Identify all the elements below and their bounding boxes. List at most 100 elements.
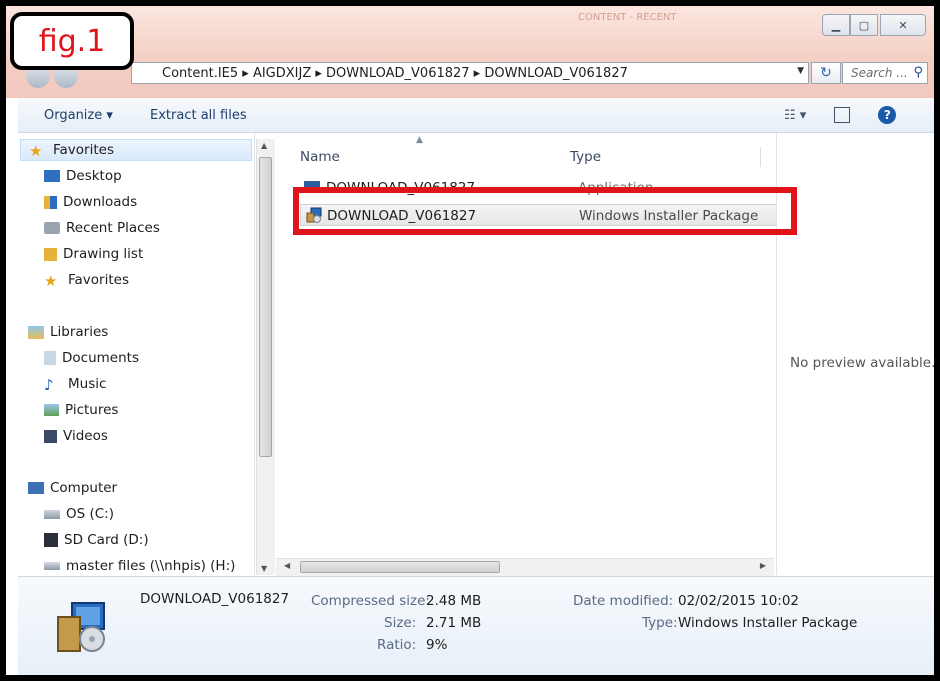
sidebar-item-computer[interactable]: Computer xyxy=(28,477,117,499)
details-pane: DOWNLOAD_V061827 Compressed size: 2.48 M… xyxy=(18,576,934,675)
sidebar-item-drawing-list[interactable]: Drawing list xyxy=(44,243,143,265)
maximize-icon: ▢ xyxy=(858,18,870,32)
sidebar-label: Drawing list xyxy=(63,246,144,262)
preview-pane: No preview available. xyxy=(776,133,934,575)
close-button[interactable]: ✕ xyxy=(880,14,926,36)
refresh-button[interactable]: ↻ xyxy=(811,62,841,84)
size-label: Size: xyxy=(384,615,417,631)
network-drive-icon xyxy=(44,562,60,570)
column-header-type[interactable]: Type xyxy=(570,149,601,165)
preview-message: No preview available. xyxy=(790,355,934,371)
computer-icon xyxy=(28,482,44,494)
navigation-pane: ★ Favorites Desktop Downloads Recent Plac… xyxy=(18,133,255,575)
scroll-down-icon[interactable]: ▼ xyxy=(261,564,267,573)
size-value: 2.71 MB xyxy=(426,615,482,631)
sidebar-label: Desktop xyxy=(66,168,122,184)
documents-icon xyxy=(44,351,56,365)
videos-icon xyxy=(44,429,57,443)
sidebar-label: Computer xyxy=(50,480,118,496)
extract-all-button[interactable]: Extract all files xyxy=(150,108,247,123)
recent-places-icon xyxy=(44,222,60,234)
sidebar-scrollbar[interactable]: ▲ ▼ xyxy=(256,139,275,575)
sidebar-label: Favorites xyxy=(53,142,114,158)
sidebar-item-favorites[interactable]: ★ Favorites xyxy=(20,139,252,161)
address-bar[interactable]: Content.IE5 ▸ AIGDXIJZ ▸ DOWNLOAD_V06182… xyxy=(131,62,809,84)
type-label: Type: xyxy=(642,615,678,631)
date-modified-value: 02/02/2015 10:02 xyxy=(678,593,800,609)
scrollbar-thumb[interactable] xyxy=(259,157,272,457)
sidebar-item-sd-card[interactable]: SD Card (D:) xyxy=(44,529,149,551)
preview-pane-icon[interactable] xyxy=(834,107,851,123)
scrollbar-thumb[interactable] xyxy=(300,561,500,573)
sidebar-item-music[interactable]: ♪ Music xyxy=(44,373,106,395)
sidebar-item-os-drive[interactable]: OS (C:) xyxy=(44,503,114,525)
background-text: CONTENT - RECENT xyxy=(578,12,677,23)
sidebar-label: Recent Places xyxy=(66,220,160,236)
sidebar-item-videos[interactable]: Videos xyxy=(44,425,108,447)
scroll-left-icon[interactable]: ◀ xyxy=(284,561,290,570)
type-value: Windows Installer Package xyxy=(678,615,858,631)
view-options-icon[interactable]: ☷ ▾ xyxy=(784,108,806,123)
sidebar-item-pictures[interactable]: Pictures xyxy=(44,399,118,421)
minimize-button[interactable]: ▁ xyxy=(822,14,850,36)
chevron-down-icon[interactable]: ▼ xyxy=(797,66,804,76)
organize-button[interactable]: Organize ▾ xyxy=(44,108,113,123)
column-divider[interactable] xyxy=(760,147,761,167)
date-modified-label: Date modified: xyxy=(573,593,674,609)
scroll-right-icon[interactable]: ▶ xyxy=(760,561,766,570)
title-bar: CONTENT - RECENT ▁ ▢ ✕ Content.IE5 ▸ AIG… xyxy=(6,6,934,98)
drive-icon xyxy=(44,509,60,519)
figure-label: fig.1 xyxy=(10,12,134,70)
caption-buttons: ▁ ▢ ✕ xyxy=(822,14,926,36)
desktop-icon xyxy=(44,170,60,182)
downloads-folder-icon xyxy=(44,195,57,209)
scroll-up-icon[interactable]: ▲ xyxy=(261,141,267,150)
command-bar: Organize ▾ Extract all files ☷ ▾ ? xyxy=(18,98,934,133)
highlight-box xyxy=(293,187,797,235)
sidebar-label: SD Card (D:) xyxy=(64,532,149,548)
search-icon[interactable]: ⚲ xyxy=(913,65,923,80)
star-icon: ★ xyxy=(29,142,43,160)
compressed-size-value: 2.48 MB xyxy=(426,593,482,609)
sidebar-label: Favorites xyxy=(68,272,129,288)
sd-card-icon xyxy=(44,533,58,547)
pictures-icon xyxy=(44,404,59,416)
star-icon: ★ xyxy=(44,272,58,290)
view-controls: ☷ ▾ ? xyxy=(784,106,897,124)
explorer-window: CONTENT - RECENT ▁ ▢ ✕ Content.IE5 ▸ AIG… xyxy=(6,6,934,675)
libraries-icon xyxy=(28,325,44,339)
column-header-name[interactable]: Name xyxy=(300,149,340,165)
sidebar-item-favorites-folder[interactable]: ★ Favorites xyxy=(44,269,129,291)
ratio-label: Ratio: xyxy=(377,637,417,653)
search-placeholder: Search ... xyxy=(851,66,908,80)
sidebar-item-network-drive[interactable]: master files (\\nhpis) (H:) xyxy=(44,555,235,575)
maximize-button[interactable]: ▢ xyxy=(850,14,878,36)
sidebar-label: Music xyxy=(68,376,107,392)
sidebar-label: Videos xyxy=(63,428,108,444)
sidebar-item-documents[interactable]: Documents xyxy=(44,347,139,369)
sidebar-item-libraries[interactable]: Libraries xyxy=(28,321,108,343)
sidebar-item-recent-places[interactable]: Recent Places xyxy=(44,217,160,239)
sidebar-label: Libraries xyxy=(50,324,109,340)
sidebar-label: OS (C:) xyxy=(66,506,114,522)
sidebar-item-desktop[interactable]: Desktop xyxy=(44,165,122,187)
file-list-horizontal-scrollbar[interactable]: ◀ ▶ xyxy=(276,558,774,576)
installer-package-large-icon xyxy=(54,599,110,655)
compressed-size-label: Compressed size: xyxy=(311,593,430,609)
sidebar-label: Documents xyxy=(62,350,139,366)
music-icon: ♪ xyxy=(44,376,54,394)
minimize-icon: ▁ xyxy=(831,18,841,32)
sort-ascending-icon: ▲ xyxy=(416,135,423,145)
sidebar-label: Downloads xyxy=(63,194,138,210)
address-path: Content.IE5 ▸ AIGDXIJZ ▸ DOWNLOAD_V06182… xyxy=(162,66,628,81)
sidebar-label: master files (\\nhpis) (H:) xyxy=(66,558,236,574)
folder-icon xyxy=(44,247,57,261)
details-filename: DOWNLOAD_V061827 xyxy=(140,591,290,607)
ratio-value: 9% xyxy=(426,637,448,653)
refresh-icon: ↻ xyxy=(820,65,832,81)
search-box[interactable]: Search ... ⚲ xyxy=(842,62,928,84)
help-icon[interactable]: ? xyxy=(878,106,897,124)
sidebar-label: Pictures xyxy=(65,402,119,418)
close-icon: ✕ xyxy=(898,18,908,32)
sidebar-item-downloads[interactable]: Downloads xyxy=(44,191,137,213)
